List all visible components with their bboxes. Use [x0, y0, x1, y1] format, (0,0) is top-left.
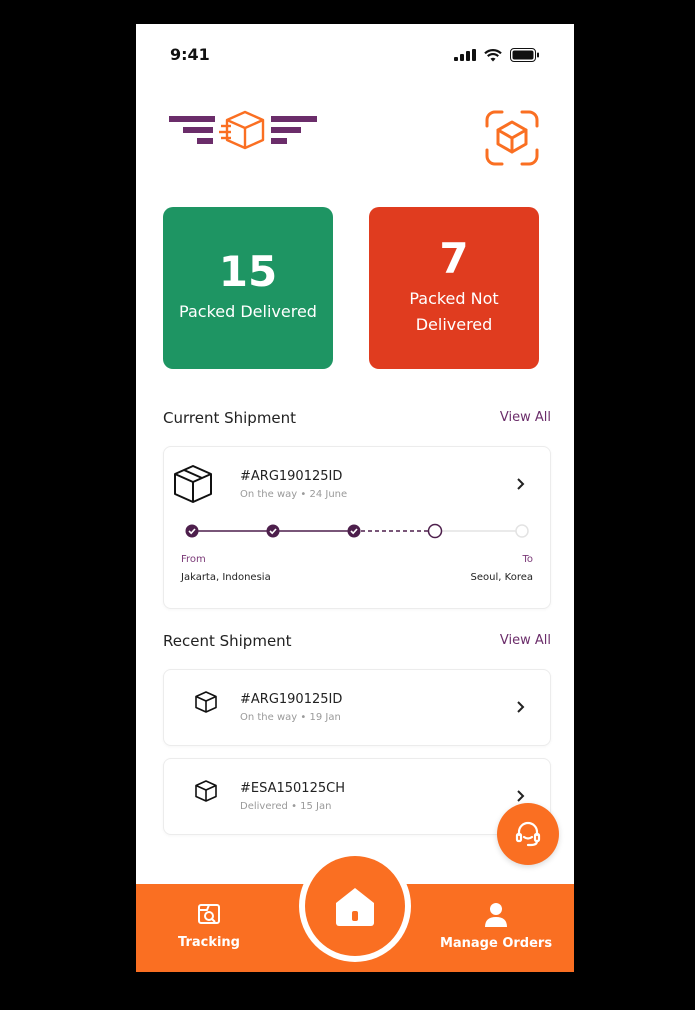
recent-shipment-id: #ESA150125CH [240, 781, 345, 796]
to-label: To [522, 554, 533, 565]
logo-icon [169, 110, 319, 156]
nav-manage-orders-label: Manage Orders [439, 936, 553, 951]
nav-tracking[interactable]: Tracking [164, 902, 254, 950]
recent-shipment-date: 15 Jan [300, 801, 332, 812]
progress-step-5 [515, 524, 529, 538]
scan-box-icon [485, 110, 539, 166]
wifi-icon [484, 48, 502, 61]
chevron-right-icon[interactable] [516, 477, 526, 491]
recent-shipment-item[interactable]: #ARG190125ID On the way • 19 Jan [163, 669, 551, 746]
current-view-all-link[interactable]: View All [500, 410, 551, 425]
home-button[interactable] [299, 850, 411, 962]
current-shipment-date: 24 June [309, 489, 348, 500]
packed-not-delivered-count: 7 [439, 234, 469, 283]
recent-shipment-status: On the way [240, 712, 298, 723]
current-shipment-card[interactable]: #ARG190125ID On the way • 24 June From J… [163, 446, 551, 609]
headset-icon [515, 821, 541, 847]
user-icon [485, 903, 507, 927]
recent-view-all-link[interactable]: View All [500, 633, 551, 648]
phone-screen: 9:41 15 Packed Delivered 7 Packed Not De… [136, 24, 574, 972]
box-icon [195, 780, 217, 802]
to-place: Seoul, Korea [470, 572, 533, 583]
recent-shipment-date: 19 Jan [309, 712, 341, 723]
tracking-icon [198, 904, 220, 924]
recent-shipment-item[interactable]: #ESA150125CH Delivered • 15 Jan [163, 758, 551, 835]
recent-shipment-status: Delivered [240, 801, 288, 812]
current-shipment-title: Current Shipment [163, 409, 297, 427]
recent-shipment-meta: Delivered • 15 Jan [240, 801, 332, 812]
progress-step-2 [266, 524, 280, 538]
packed-delivered-count: 15 [218, 247, 278, 296]
packed-not-delivered-label: Packed Not Delivered [409, 289, 499, 334]
home-icon [336, 888, 374, 926]
current-shipment-meta: On the way • 24 June [240, 489, 348, 500]
chevron-right-icon[interactable] [516, 789, 526, 803]
scan-box-button[interactable] [484, 110, 540, 166]
nav-tracking-label: Tracking [178, 935, 240, 950]
current-shipment-status: On the way [240, 489, 298, 500]
progress-step-4 [427, 523, 443, 539]
home-button-inner [305, 856, 405, 956]
box-icon [195, 691, 217, 713]
packed-delivered-card[interactable]: 15 Packed Delivered [163, 207, 333, 369]
nav-manage-orders[interactable]: Manage Orders [436, 902, 556, 951]
from-place: Jakarta, Indonesia [181, 572, 271, 583]
status-time: 9:41 [170, 45, 210, 64]
current-shipment-id: #ARG190125ID [240, 469, 343, 484]
from-label: From [181, 554, 206, 565]
packed-not-delivered-card[interactable]: 7 Packed Not Delivered [369, 207, 539, 369]
progress-step-3 [347, 524, 361, 538]
progress-step-1 [185, 524, 199, 538]
chevron-right-icon[interactable] [516, 700, 526, 714]
signal-icon [454, 49, 476, 61]
packed-delivered-label: Packed Delivered [179, 302, 317, 321]
recent-shipment-meta: On the way • 19 Jan [240, 712, 341, 723]
status-icons [454, 48, 540, 62]
box-icon [174, 465, 212, 503]
recent-shipment-id: #ARG190125ID [240, 692, 343, 707]
recent-shipment-title: Recent Shipment [163, 632, 292, 650]
support-button[interactable] [497, 803, 559, 865]
battery-icon [510, 48, 539, 62]
shipment-progress-track [185, 523, 529, 539]
